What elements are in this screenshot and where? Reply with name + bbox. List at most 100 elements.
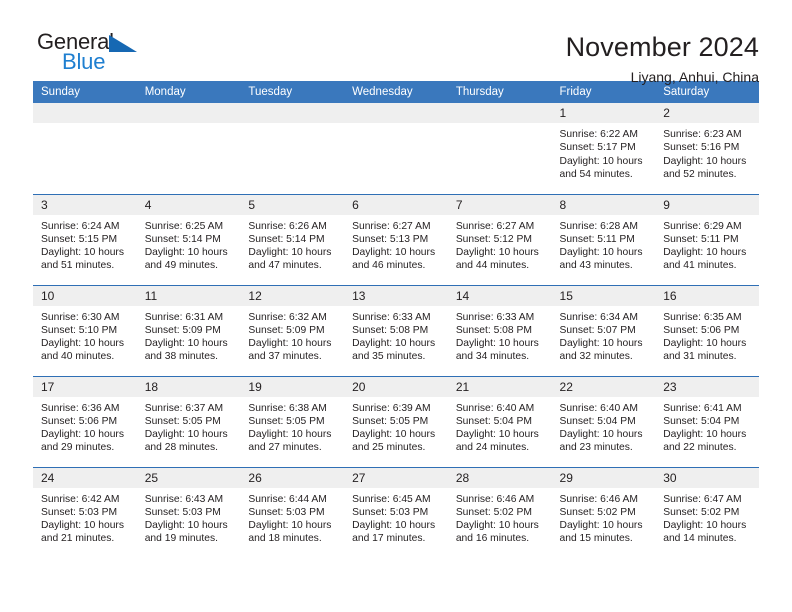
- calendar-day-cell[interactable]: 9 Sunrise: 6:29 AM Sunset: 5:11 PM Daylight…: [655, 193, 759, 285]
- calendar-day-cell[interactable]: 12 Sunrise: 6:32 AM Sunset: 5:09 PM Dayligh…: [240, 284, 345, 376]
- title-block: November 2024 Liyang, Anhui, China: [566, 30, 759, 87]
- sunrise-text: Sunrise: 6:28 AM: [559, 220, 638, 232]
- calendar-day-cell[interactable]: 26 Sunrise: 6:44 AM Sunset: 5:03 PM Dayligh…: [240, 466, 345, 558]
- sunrise-text: Sunrise: 6:33 AM: [455, 311, 535, 323]
- calendar-day-cell[interactable]: 4 Sunrise: 6:25 AM Sunset: 5:14 PM Daylight…: [136, 193, 241, 285]
- calendar-day-cell[interactable]: 22 Sunrise: 6:40 AM Sunset: 5:04 PM Dayligh…: [551, 375, 656, 467]
- calendar-day-cell[interactable]: 25 Sunrise: 6:43 AM Sunset: 5:03 PM Dayligh…: [136, 466, 241, 558]
- day-number: 22: [551, 376, 656, 397]
- sunrise-text: Sunrise: 6:32 AM: [248, 311, 327, 323]
- calendar-day-cell[interactable]: 21 Sunrise: 6:40 AM Sunset: 5:04 PM Dayligh…: [447, 375, 552, 467]
- daylight-text: Daylight: 10 hours and 54 minutes.: [559, 155, 643, 180]
- calendar-day-cell[interactable]: 20 Sunrise: 6:39 AM Sunset: 5:05 PM Dayligh…: [344, 375, 448, 467]
- sunset-text: Sunset: 5:08 PM: [352, 324, 429, 336]
- sunrise-text: Sunrise: 6:24 AM: [41, 220, 120, 232]
- triangle-icon: [109, 35, 137, 52]
- calendar-day-cell[interactable]: 3 Sunrise: 6:24 AM Sunset: 5:15 PM Daylight…: [33, 193, 137, 285]
- calendar-day-cell-empty: [240, 103, 345, 194]
- calendar-day-cell[interactable]: 6 Sunrise: 6:27 AM Sunset: 5:13 PM Daylight…: [344, 193, 448, 285]
- sunset-text: Sunset: 5:17 PM: [559, 142, 636, 154]
- daylight-text: Daylight: 10 hours and 23 minutes.: [559, 429, 643, 454]
- day-details: Sunrise: 6:46 AM Sunset: 5:02 PM Daylight:…: [448, 488, 552, 546]
- day-number: 17: [33, 376, 137, 397]
- page-subtitle: Liyang, Anhui, China: [630, 69, 759, 85]
- daylight-text: Daylight: 10 hours and 43 minutes.: [559, 247, 643, 272]
- daylight-text: Daylight: 10 hours and 46 minutes.: [352, 247, 436, 272]
- brand-logo[interactable]: General Blue: [33, 30, 157, 82]
- calendar-day-cell[interactable]: 7 Sunrise: 6:27 AM Sunset: 5:12 PM Daylight…: [447, 193, 552, 285]
- calendar-day-cell[interactable]: 24 Sunrise: 6:42 AM Sunset: 5:03 PM Dayligh…: [33, 466, 137, 558]
- calendar-day-cell[interactable]: 5 Sunrise: 6:26 AM Sunset: 5:14 PM Daylight…: [240, 193, 345, 285]
- day-number: 14: [447, 285, 552, 306]
- sunrise-text: Sunrise: 6:29 AM: [663, 220, 742, 232]
- sunrise-text: Sunrise: 6:33 AM: [352, 311, 431, 323]
- day-details: Sunrise: 6:28 AM Sunset: 5:11 PM Daylight:…: [552, 215, 656, 273]
- day-details: Sunrise: 6:24 AM Sunset: 5:15 PM Daylight:…: [33, 215, 137, 273]
- sunset-text: Sunset: 5:06 PM: [41, 415, 118, 427]
- calendar-body: 1 Sunrise: 6:22 AM Sunset: 5:17 PM Daylight…: [33, 103, 759, 558]
- sunset-text: Sunset: 5:14 PM: [248, 233, 325, 245]
- calendar-day-cell[interactable]: 2 Sunrise: 6:23 AM Sunset: 5:16 PM Daylight…: [655, 103, 759, 194]
- day-number: 19: [240, 376, 345, 397]
- sunrise-text: Sunrise: 6:27 AM: [455, 220, 535, 232]
- daylight-text: Daylight: 10 hours and 52 minutes.: [663, 155, 747, 180]
- daylight-text: Daylight: 10 hours and 28 minutes.: [144, 429, 228, 454]
- sunrise-text: Sunrise: 6:44 AM: [248, 493, 327, 505]
- calendar-day-cell[interactable]: 11 Sunrise: 6:31 AM Sunset: 5:09 PM Dayligh…: [136, 284, 241, 376]
- sunset-text: Sunset: 5:05 PM: [248, 415, 325, 427]
- calendar-day-cell[interactable]: 23 Sunrise: 6:41 AM Sunset: 5:04 PM Dayligh…: [655, 375, 759, 467]
- calendar-day-cell[interactable]: 29 Sunrise: 6:46 AM Sunset: 5:02 PM Dayligh…: [551, 466, 656, 558]
- calendar-day-cell[interactable]: 27 Sunrise: 6:45 AM Sunset: 5:03 PM Dayligh…: [344, 466, 448, 558]
- sunrise-text: Sunrise: 6:47 AM: [663, 493, 742, 505]
- sunrise-text: Sunrise: 6:40 AM: [455, 402, 535, 414]
- day-details: Sunrise: 6:25 AM Sunset: 5:14 PM Daylight:…: [137, 215, 241, 273]
- day-details: Sunrise: 6:35 AM Sunset: 5:06 PM Daylight:…: [655, 306, 759, 364]
- calendar-day-cell[interactable]: 17 Sunrise: 6:36 AM Sunset: 5:06 PM Dayligh…: [33, 375, 137, 467]
- day-details: Sunrise: 6:45 AM Sunset: 5:03 PM Daylight:…: [344, 488, 448, 546]
- calendar-day-cell[interactable]: 14 Sunrise: 6:33 AM Sunset: 5:08 PM Dayligh…: [447, 284, 552, 376]
- calendar-day-cell[interactable]: 28 Sunrise: 6:46 AM Sunset: 5:02 PM Dayligh…: [447, 466, 552, 558]
- calendar-day-cell[interactable]: 15 Sunrise: 6:34 AM Sunset: 5:07 PM Dayligh…: [551, 284, 656, 376]
- sunrise-text: Sunrise: 6:27 AM: [352, 220, 431, 232]
- calendar-day-cell-empty: [136, 103, 241, 194]
- calendar-day-cell[interactable]: 18 Sunrise: 6:37 AM Sunset: 5:05 PM Dayligh…: [136, 375, 241, 467]
- daylight-text: Daylight: 10 hours and 38 minutes.: [144, 338, 228, 363]
- daylight-text: Daylight: 10 hours and 35 minutes.: [352, 338, 436, 363]
- day-details: Sunrise: 6:31 AM Sunset: 5:09 PM Daylight:…: [137, 306, 241, 364]
- day-number: 27: [344, 467, 448, 488]
- weekday-header-wednesday: Wednesday: [344, 81, 448, 103]
- calendar-day-cell[interactable]: 30 Sunrise: 6:47 AM Sunset: 5:02 PM Dayligh…: [655, 466, 759, 558]
- sunset-text: Sunset: 5:02 PM: [455, 506, 532, 518]
- day-number: 12: [240, 285, 345, 306]
- sunset-text: Sunset: 5:02 PM: [559, 506, 636, 518]
- daylight-text: Daylight: 10 hours and 27 minutes.: [248, 429, 332, 454]
- day-number: 11: [136, 285, 241, 306]
- daylight-text: Daylight: 10 hours and 40 minutes.: [41, 338, 124, 363]
- sunrise-text: Sunrise: 6:22 AM: [559, 129, 638, 140]
- sunrise-text: Sunrise: 6:40 AM: [559, 402, 638, 414]
- calendar-day-cell-empty: [447, 103, 552, 194]
- calendar-day-cell[interactable]: 13 Sunrise: 6:33 AM Sunset: 5:08 PM Dayligh…: [344, 284, 448, 376]
- calendar-day-cell[interactable]: 10 Sunrise: 6:30 AM Sunset: 5:10 PM Dayligh…: [33, 284, 137, 376]
- day-number: 23: [655, 376, 759, 397]
- day-number: 30: [655, 467, 759, 488]
- calendar-day-cell[interactable]: 16 Sunrise: 6:35 AM Sunset: 5:06 PM Dayligh…: [655, 284, 759, 376]
- sunrise-text: Sunrise: 6:38 AM: [248, 402, 327, 414]
- sunrise-text: Sunrise: 6:39 AM: [352, 402, 431, 414]
- sunrise-text: Sunrise: 6:46 AM: [559, 493, 638, 505]
- calendar-day-cell[interactable]: 1 Sunrise: 6:22 AM Sunset: 5:17 PM Daylight…: [551, 103, 656, 194]
- calendar-day-cell[interactable]: 8 Sunrise: 6:28 AM Sunset: 5:11 PM Daylight…: [551, 193, 656, 285]
- daylight-text: Daylight: 10 hours and 31 minutes.: [663, 338, 747, 363]
- calendar-day-cell[interactable]: 19 Sunrise: 6:38 AM Sunset: 5:05 PM Dayligh…: [240, 375, 345, 467]
- day-details: Sunrise: 6:27 AM Sunset: 5:13 PM Daylight:…: [344, 215, 448, 273]
- day-details: Sunrise: 6:33 AM Sunset: 5:08 PM Daylight:…: [448, 306, 552, 364]
- sunrise-text: Sunrise: 6:30 AM: [41, 311, 120, 323]
- day-details: Sunrise: 6:36 AM Sunset: 5:06 PM Daylight:…: [33, 397, 137, 455]
- sunset-text: Sunset: 5:10 PM: [41, 324, 118, 336]
- day-number: [344, 103, 448, 123]
- day-details: Sunrise: 6:43 AM Sunset: 5:03 PM Daylight:…: [137, 488, 241, 546]
- sunrise-text: Sunrise: 6:23 AM: [663, 129, 742, 140]
- day-number: 7: [447, 194, 552, 215]
- day-number: 16: [655, 285, 759, 306]
- day-number: 5: [240, 194, 345, 215]
